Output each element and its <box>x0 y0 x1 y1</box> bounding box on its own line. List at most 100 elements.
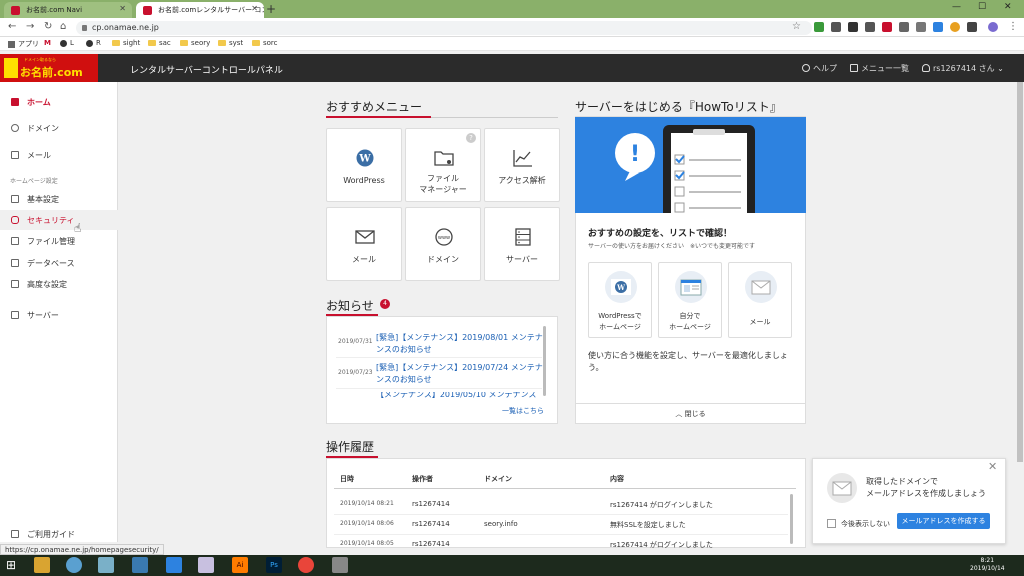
user-icon <box>922 64 930 72</box>
column-header-domain: ドメイン <box>484 475 512 483</box>
extension-icon[interactable] <box>865 22 875 32</box>
news-link[interactable]: [緊急]【メンテナンス】2019/07/24 メンテナンスのお知らせ <box>376 362 546 386</box>
favicon-icon <box>11 6 20 15</box>
windows-start-icon[interactable]: ⊞ <box>6 557 22 573</box>
home-icon[interactable]: ⌂ <box>60 21 66 32</box>
url-field[interactable]: cp.onamae.ne.jp <box>76 21 812 35</box>
book-icon <box>11 530 19 538</box>
illustrator-icon[interactable]: Ai <box>232 557 248 573</box>
browser-tab[interactable]: お名前.com Navi ✕ <box>4 2 132 18</box>
menu-list-link[interactable]: メニュー一覧 <box>850 63 909 74</box>
history-content: rs1267414 がログインしました <box>610 541 713 549</box>
taskbar-app-icon[interactable] <box>66 557 82 573</box>
help-link[interactable]: ヘルプ <box>802 63 837 74</box>
extension-icon[interactable] <box>814 22 824 32</box>
help-icon[interactable]: ? <box>466 133 476 143</box>
howto-card-wordpress[interactable]: W WordPressで ホームページ <box>588 262 652 338</box>
reload-icon[interactable]: ↻ <box>44 21 52 32</box>
page-scrollbar[interactable] <box>1016 82 1024 542</box>
sidebar-item-server[interactable]: サーバー <box>0 305 118 325</box>
sidebar-item-basic-settings[interactable]: 基本設定 <box>0 189 118 209</box>
menu-card-domain[interactable]: www ドメイン <box>405 207 481 281</box>
bookmark-star-icon[interactable]: ☆ <box>792 21 801 32</box>
popup-message: 取得したドメインで メールアドレスを作成しましょう <box>866 477 986 498</box>
new-tab-button[interactable]: + <box>266 2 276 16</box>
close-tab-icon[interactable]: ✕ <box>119 4 126 13</box>
news-link[interactable]: [緊急]【メンテナンス】2019/08/01 メンテナンスのお知らせ <box>376 332 546 356</box>
howto-card-homepage[interactable]: 自分で ホームページ <box>658 262 722 338</box>
close-icon[interactable]: ✕ <box>988 460 997 473</box>
extension-icon[interactable] <box>916 22 926 32</box>
sidebar-item-security[interactable]: セキュリティ <box>0 210 118 230</box>
server-icon <box>515 228 531 246</box>
minimize-icon[interactable]: — <box>952 2 961 12</box>
bookmark-folder[interactable]: sac <box>148 39 171 47</box>
sidebar-item-domain[interactable]: ドメイン <box>0 118 118 138</box>
bookmark-folder[interactable]: seory <box>180 39 210 47</box>
news-title: お知らせ <box>326 299 374 313</box>
profile-avatar[interactable] <box>988 22 998 32</box>
sidebar-item-guide[interactable]: ご利用ガイド <box>0 524 118 544</box>
bookmark-folder[interactable]: syst <box>218 39 243 47</box>
bookmark-gmail[interactable]: M <box>44 39 51 47</box>
extension-icon[interactable] <box>848 22 858 32</box>
bookmark-r[interactable]: R <box>86 39 101 47</box>
scrollbar-thumb[interactable] <box>1017 82 1023 462</box>
file-explorer-icon[interactable] <box>34 557 50 573</box>
menu-card-wordpress[interactable]: W WordPress <box>326 128 402 202</box>
howto-card-mail[interactable]: メール <box>728 262 792 338</box>
taskbar-app-icon[interactable] <box>198 557 214 573</box>
dont-show-checkbox[interactable] <box>827 519 836 528</box>
chrome-icon[interactable] <box>298 557 314 573</box>
sidebar-item-mail[interactable]: メール <box>0 145 118 165</box>
taskbar-app-icon[interactable] <box>132 557 148 573</box>
close-window-icon[interactable]: ✕ <box>1004 2 1012 12</box>
close-tab-icon[interactable]: ✕ <box>251 4 258 13</box>
menu-card-server[interactable]: サーバー <box>484 207 560 281</box>
extension-icon[interactable] <box>899 22 909 32</box>
back-icon[interactable]: ← <box>8 21 16 32</box>
news-more-link[interactable]: 一覧はこちら <box>502 406 544 416</box>
divider <box>334 534 788 535</box>
history-datetime: 2019/10/14 08:21 <box>340 500 394 507</box>
bookmark-apps[interactable]: アプリ <box>8 39 39 49</box>
extension-icon[interactable] <box>933 22 943 32</box>
onamae-logo[interactable]: ドメイン取るなら お名前.com <box>0 54 98 82</box>
create-mail-button[interactable]: メールアドレスを作成する <box>897 513 990 529</box>
bookmark-folder[interactable]: sorc <box>252 39 278 47</box>
photoshop-icon[interactable]: Ps <box>266 557 282 573</box>
menu-card-file-manager[interactable]: ? ファイル マネージャー <box>405 128 481 202</box>
download-icon[interactable] <box>166 557 182 573</box>
bookmark-l[interactable]: L <box>60 39 74 47</box>
howto-close-button[interactable]: ︿ 閉じる <box>575 403 806 423</box>
news-link[interactable]: 【メンテナンス】2019/05/10 メンテナンス <box>376 392 546 398</box>
menu-card-mail[interactable]: メール <box>326 207 402 281</box>
logo-mark <box>4 58 18 78</box>
history-scrollbar[interactable] <box>790 494 793 544</box>
sidebar-item-database[interactable]: データベース <box>0 253 118 273</box>
extension-icon[interactable] <box>950 22 960 32</box>
browser-tab-active[interactable]: お名前.comレンタルサーバー コントロ✕ <box>136 2 264 18</box>
forward-icon[interactable]: → <box>26 21 34 32</box>
sidebar-item-home[interactable]: ホーム <box>0 92 118 112</box>
globe-www-icon: www <box>435 228 453 246</box>
favicon-icon <box>143 6 152 15</box>
maximize-icon[interactable]: ☐ <box>978 2 986 12</box>
sidebar-item-file-management[interactable]: ファイル管理 <box>0 231 118 251</box>
extension-icon[interactable] <box>831 22 841 32</box>
menu-card-access-analytics[interactable]: アクセス解析 <box>484 128 560 202</box>
extension-icon[interactable] <box>967 22 977 32</box>
browser-menu-icon[interactable]: ⋮ <box>1008 21 1018 32</box>
user-menu[interactable]: rs1267414 さん ⌄ <box>922 63 1004 74</box>
divider <box>336 357 542 358</box>
bookmark-folder[interactable]: sight <box>112 39 140 47</box>
news-date: 2019/07/23 <box>338 369 373 376</box>
extension-icon[interactable] <box>882 22 892 32</box>
taskbar-app-icon[interactable] <box>332 557 348 573</box>
recommended-menu-title: おすすめメニュー <box>326 100 423 114</box>
folder-icon <box>252 40 260 46</box>
sidebar-section-label: ホームページ設定 <box>10 178 58 185</box>
news-scrollbar[interactable] <box>543 326 546 396</box>
sidebar-item-advanced-settings[interactable]: 高度な設定 <box>0 274 118 294</box>
taskbar-app-icon[interactable] <box>98 557 114 573</box>
